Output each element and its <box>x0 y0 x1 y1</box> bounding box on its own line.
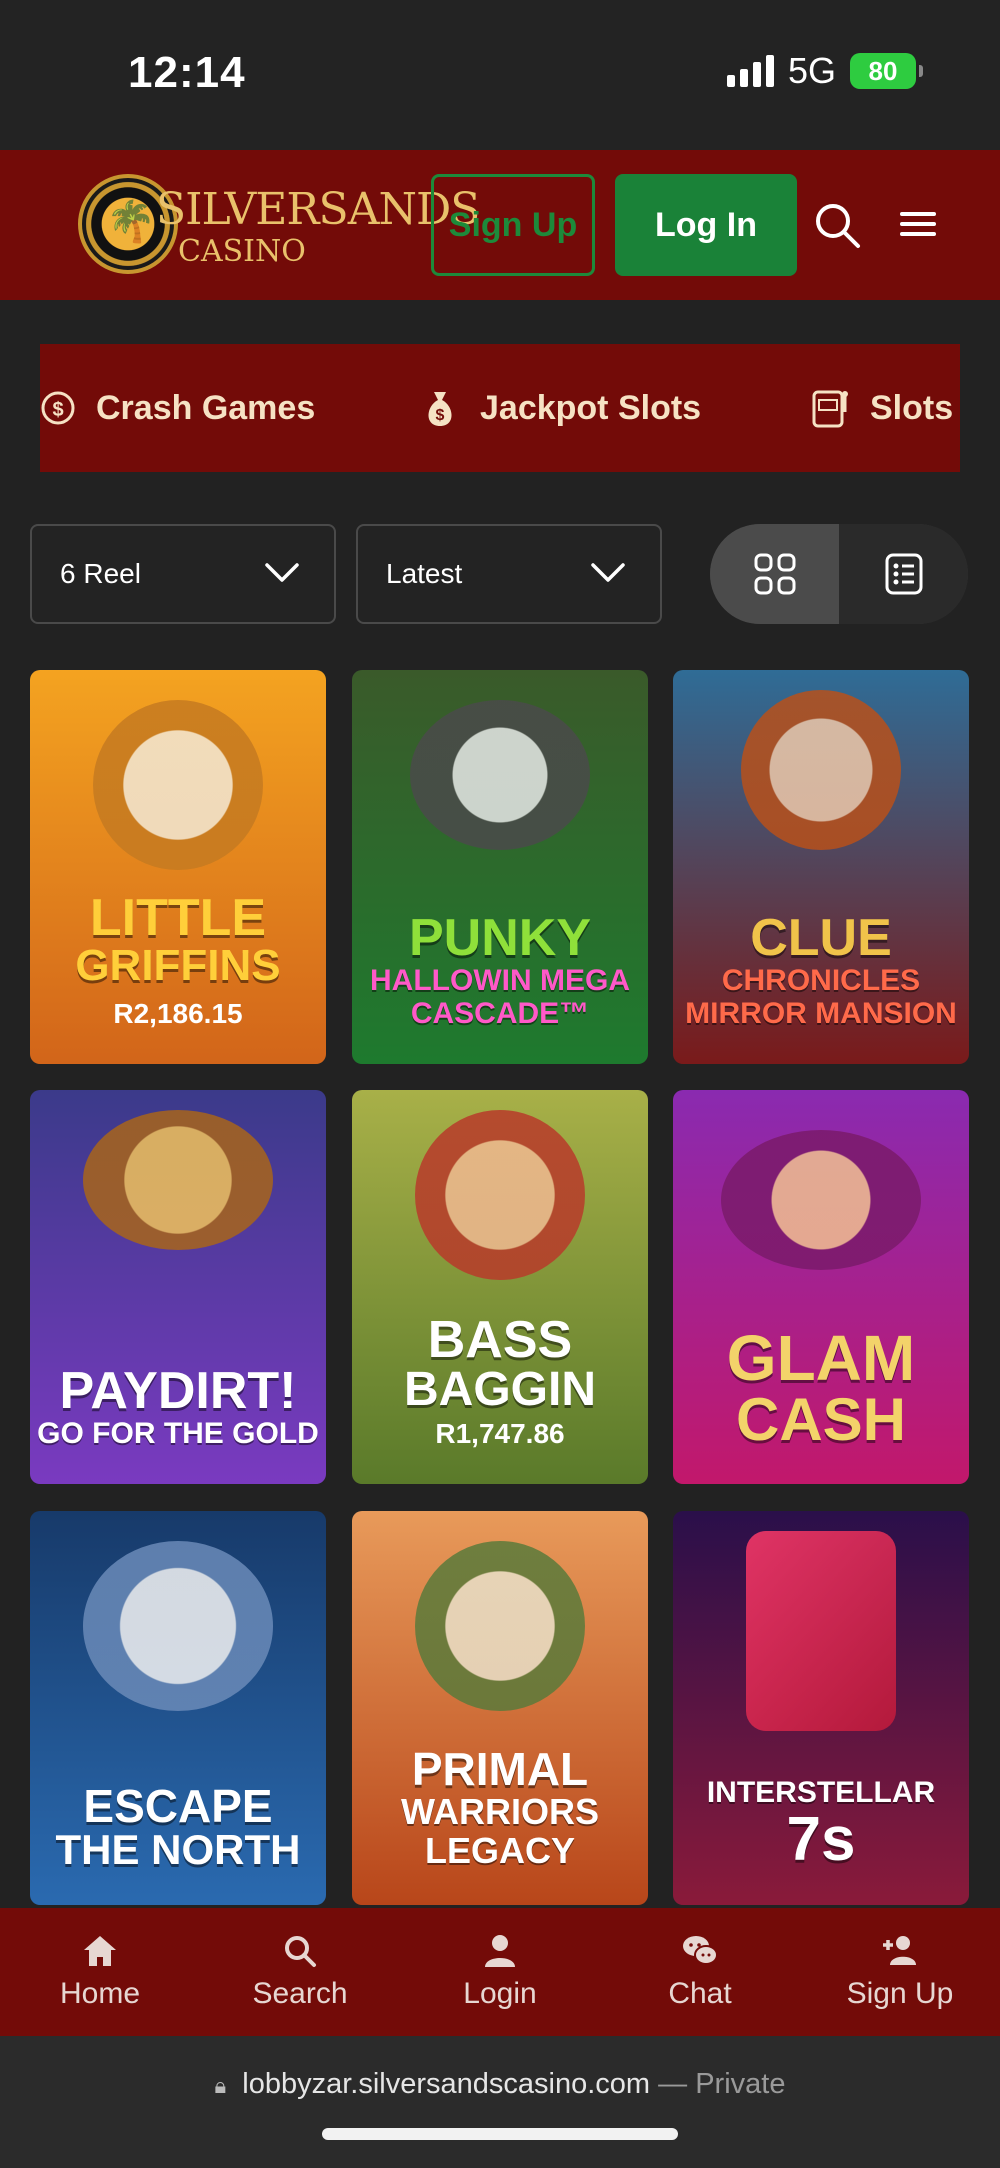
sort-select[interactable]: Latest <box>356 524 662 624</box>
grid-view-button[interactable] <box>710 524 839 624</box>
casino-logo[interactable]: SILVERSANDS CASINO <box>78 172 480 282</box>
game-subtitle: HALLOWIN MEGA CASCADE™ <box>370 964 630 1030</box>
jackpot-amount: R1,747.86 <box>435 1418 565 1449</box>
list-view-button[interactable] <box>839 524 968 624</box>
nav-label: Search <box>252 1977 348 2010</box>
battery-icon: 80 <box>850 53 923 89</box>
bottom-navigation: Home Search Login Chat Sign Up <box>0 1908 1000 2036</box>
jackpot-amount: R2,186.15 <box>113 998 243 1029</box>
game-subtitle: CHRONICLES MIRROR MANSION <box>685 964 957 1030</box>
list-icon <box>885 553 922 595</box>
slot-machine-icon <box>812 390 848 428</box>
game-tile[interactable]: ESCAPE THE NORTH <box>30 1511 326 1905</box>
game-art <box>83 1541 273 1711</box>
game-art <box>746 1531 896 1731</box>
category-strip[interactable]: $ Crash Games $ Jackpot Slots Slots <box>40 344 960 472</box>
game-title: LITTLE <box>89 889 267 947</box>
nav-label: Sign Up <box>846 1977 954 2010</box>
logo-subtext: CASINO <box>178 234 306 269</box>
game-subtitle: GO FOR THE GOLD <box>37 1417 319 1450</box>
game-title: PUNKY <box>408 909 592 967</box>
sign-up-button[interactable]: Sign Up <box>431 174 595 276</box>
nav-search[interactable]: Search <box>200 1908 400 2036</box>
site-header: SILVERSANDS CASINO Sign Up Log In <box>0 150 1000 300</box>
category-slots[interactable]: Slots <box>810 344 953 472</box>
nav-home[interactable]: Home <box>0 1908 200 2036</box>
user-icon <box>485 1935 515 1967</box>
status-time: 12:14 <box>128 48 246 97</box>
game-title: PAYDIRT! <box>59 1362 297 1420</box>
game-subtitle: WARRIORS LEGACY <box>401 1790 599 1872</box>
url-display[interactable]: 🔒︎ lobbyzar.silversandscasino.com — Priv… <box>0 2068 1000 2101</box>
reel-filter-select[interactable]: 6 Reel <box>30 524 336 624</box>
add-user-icon <box>883 1936 916 1965</box>
search-icon[interactable] <box>812 200 862 250</box>
game-tile[interactable]: LITTLE GRIFFINS R2,186.15 <box>30 670 326 1064</box>
game-tile[interactable]: INTERSTELLAR 7s <box>673 1511 969 1905</box>
category-jackpot-slots[interactable]: $ Jackpot Slots <box>420 344 701 472</box>
game-tile[interactable]: CLUE CHRONICLES MIRROR MANSION <box>673 670 969 1064</box>
game-title: ESCAPE <box>83 1780 273 1832</box>
category-label: Crash Games <box>96 388 316 427</box>
network-label: 5G <box>787 50 836 91</box>
game-tile[interactable]: PUNKY HALLOWIN MEGA CASCADE™ <box>352 670 648 1064</box>
browser-url-bar[interactable]: 🔒︎ lobbyzar.silversandscasino.com — Priv… <box>0 2036 1000 2168</box>
game-subtitle: GRIFFINS <box>75 941 281 990</box>
game-art <box>741 690 901 850</box>
game-art <box>83 1110 273 1250</box>
game-art <box>721 1130 921 1270</box>
lock-icon: 🔒︎ <box>214 2073 227 2098</box>
status-indicators: 5G 80 <box>726 50 923 92</box>
log-in-button[interactable]: Log In <box>615 174 797 276</box>
search-icon <box>285 1936 316 1967</box>
game-art <box>415 1541 585 1711</box>
browsing-mode: Private <box>695 2068 786 2100</box>
chevron-down-icon <box>265 563 299 582</box>
game-tile[interactable]: GLAM CASH <box>673 1090 969 1484</box>
game-art <box>415 1110 585 1280</box>
signal-icon <box>726 55 774 87</box>
casino-lobby-page: 12:14 5G 80 SILVERSANDS CASINO Sign Up L… <box>0 0 1000 2168</box>
category-label: Jackpot Slots <box>480 388 702 427</box>
reel-filter-value: 6 Reel <box>60 558 141 589</box>
view-mode-toggle <box>710 524 968 624</box>
game-title: PRIMAL <box>411 1742 589 1795</box>
game-title: CLUE <box>750 909 892 967</box>
money-bag-icon: $ <box>428 392 452 426</box>
game-title: BASS <box>427 1311 573 1369</box>
nav-label: Login <box>463 1977 537 2010</box>
url-text: lobbyzar.silversandscasino.com <box>242 2068 651 2100</box>
svg-text:$: $ <box>52 399 63 421</box>
game-subtitle: THE NORTH <box>55 1826 301 1873</box>
coin-arrow-icon: $ <box>41 391 75 425</box>
nav-chat[interactable]: Chat <box>600 1908 800 2036</box>
game-art <box>93 700 263 870</box>
status-bar: 12:14 5G 80 <box>0 0 1000 150</box>
nav-label: Home <box>59 1977 141 2010</box>
game-tile[interactable]: PRIMAL WARRIORS LEGACY <box>352 1511 648 1905</box>
game-subtitle: 7s <box>786 1805 856 1874</box>
game-subtitle: CASH <box>735 1386 906 1453</box>
home-indicator[interactable] <box>322 2128 678 2140</box>
nav-login[interactable]: Login <box>400 1908 600 2036</box>
game-subtitle: BAGGIN <box>404 1363 596 1416</box>
url-separator: — <box>658 2068 688 2100</box>
grid-icon <box>754 553 795 595</box>
chevron-down-icon <box>591 563 625 582</box>
game-title: GLAM <box>726 1322 916 1394</box>
nav-sign-up[interactable]: Sign Up <box>800 1908 1000 2036</box>
hamburger-menu-icon[interactable] <box>898 206 938 242</box>
category-crash-games[interactable]: $ Crash Games <box>40 344 315 472</box>
game-tile[interactable]: BASS BAGGIN R1,747.86 <box>352 1090 648 1484</box>
sort-value: Latest <box>386 558 463 589</box>
svg-text:$: $ <box>436 407 445 424</box>
game-art <box>410 700 590 850</box>
home-icon <box>84 1936 116 1966</box>
nav-label: Chat <box>668 1977 732 2010</box>
chat-icon <box>683 1936 718 1965</box>
game-tile[interactable]: PAYDIRT! GO FOR THE GOLD <box>30 1090 326 1484</box>
category-label: Slots <box>870 388 954 427</box>
